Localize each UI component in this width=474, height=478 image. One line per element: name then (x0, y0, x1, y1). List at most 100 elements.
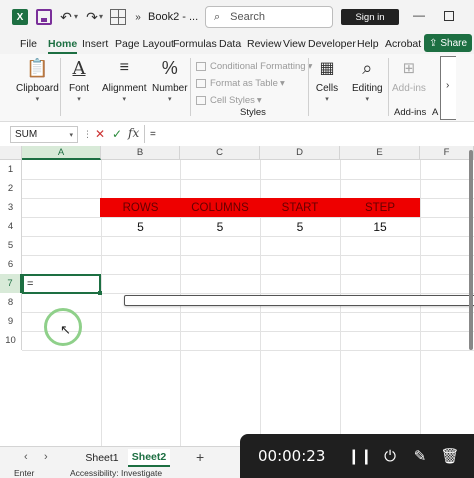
formula-bar-grip-icon: ⋮ (83, 129, 92, 139)
maximize-icon[interactable] (444, 11, 454, 21)
number-group[interactable]: % Number ▾ (152, 56, 188, 104)
tab-file[interactable]: File (20, 38, 37, 50)
add-sheet-button[interactable]: + (196, 449, 204, 465)
undo-icon[interactable]: ↶ (58, 9, 74, 25)
addins-group-label: Add-ins (394, 107, 427, 118)
share-label: Share (440, 37, 468, 49)
cell-d4[interactable]: 5 (260, 217, 340, 236)
delete-icon[interactable]: 🗑 (440, 446, 460, 466)
conditional-formatting-button[interactable]: Conditional Formatting ▾ (196, 58, 312, 75)
row-header[interactable]: 2 (0, 179, 22, 198)
row-header[interactable]: 6 (0, 255, 22, 274)
styles-list: Conditional Formatting ▾ Format as Table… (196, 58, 312, 109)
search-input[interactable]: ⌕ Search (205, 6, 333, 28)
redo-icon[interactable]: ↷ (84, 9, 100, 25)
undo-dropdown-icon[interactable]: ▾ (74, 12, 78, 21)
format-as-table-button[interactable]: Format as Table ▾ (196, 75, 312, 92)
conditional-formatting-label: Conditional Formatting (210, 61, 306, 72)
accessibility-status[interactable]: Accessibility: Investigate (70, 468, 162, 478)
tab-acrobat[interactable]: Acrobat (385, 38, 421, 50)
tab-review[interactable]: Review (247, 38, 281, 50)
clipboard-group[interactable]: 📋 Clipboard ▾ (16, 56, 59, 104)
column-header-f[interactable]: F (420, 146, 474, 160)
ribbon-divider (308, 58, 309, 116)
formula-autocomplete-popup (124, 295, 474, 306)
chevron-down-icon: ▾ (35, 96, 40, 103)
column-header-b[interactable]: B (101, 146, 180, 160)
tab-developer[interactable]: Developer (308, 38, 356, 50)
active-cell-a7[interactable]: = (22, 274, 102, 295)
recording-timer: 00:00:23 (258, 447, 326, 465)
row-header[interactable]: 10 (0, 331, 22, 350)
annotate-pen-icon[interactable]: ✎ (410, 446, 430, 466)
tab-view[interactable]: View (283, 38, 306, 50)
search-placeholder: Search (230, 11, 266, 23)
chevron-down-icon: ▾ (69, 131, 73, 139)
tab-insert[interactable]: Insert (82, 38, 108, 50)
select-all-corner[interactable] (0, 146, 22, 160)
alignment-icon: ≡ (119, 59, 129, 76)
column-header-c[interactable]: C (180, 146, 260, 160)
cells-group[interactable]: ▦ Cells ▾ (314, 56, 340, 103)
row-header[interactable]: 4 (0, 217, 22, 236)
sign-in-button[interactable]: Sign in (341, 9, 399, 25)
quick-access-more-icon[interactable]: » (130, 9, 146, 25)
tab-page-layout[interactable]: Page Layout (115, 38, 174, 50)
chevron-right-icon[interactable]: › (446, 80, 449, 91)
sheet-tab-sheet1[interactable]: Sheet1 (80, 449, 124, 467)
editing-group[interactable]: ⌕ Editing ▾ (352, 56, 383, 104)
formula-divider (144, 125, 145, 143)
worksheet-grid[interactable]: A B C D E F 1 2 3 4 5 6 7 8 9 10 ROWS CO… (0, 146, 474, 446)
cell-b4[interactable]: 5 (101, 217, 180, 236)
row-header[interactable]: 5 (0, 236, 22, 255)
mouse-pointer-icon: ↖ (60, 322, 71, 337)
addins-icon: ⊞ (402, 60, 416, 77)
cell-d3[interactable]: START (260, 198, 340, 217)
tab-formulas[interactable]: Formulas (173, 38, 217, 50)
row-header[interactable]: 9 (0, 312, 22, 331)
sheet-next-icon[interactable]: › (44, 451, 48, 463)
row-header[interactable]: 8 (0, 293, 22, 312)
chevron-down-icon: ▾ (77, 96, 81, 103)
font-icon: A (72, 57, 86, 79)
formula-input[interactable]: = (150, 129, 156, 140)
redo-dropdown-icon[interactable]: ▾ (99, 12, 103, 21)
cell-c4[interactable]: 5 (180, 217, 260, 236)
confirm-icon[interactable]: ✓ (112, 127, 122, 141)
column-header-d[interactable]: D (260, 146, 340, 160)
table-grid-icon[interactable] (110, 9, 126, 25)
row-header[interactable]: 3 (0, 198, 22, 217)
tab-home[interactable]: Home (48, 38, 78, 54)
addins-group[interactable]: ⊞ Add-ins (392, 56, 426, 94)
row-header[interactable]: 7 (0, 274, 22, 293)
vertical-scrollbar[interactable] (469, 150, 473, 350)
pause-icon[interactable]: ❙❙ (347, 446, 372, 466)
column-header-e[interactable]: E (340, 146, 420, 160)
row-header[interactable]: 1 (0, 160, 22, 179)
conditional-formatting-icon (196, 62, 206, 71)
column-header-a[interactable]: A (22, 146, 101, 160)
insert-function-icon[interactable]: fx (128, 126, 139, 140)
cells-label: Cells (315, 83, 339, 94)
minimize-icon[interactable]: — (413, 8, 425, 22)
alignment-group[interactable]: ≡ Alignment ▾ (102, 56, 146, 103)
tab-data[interactable]: Data (219, 38, 241, 50)
formula-bar: SUM ▾ ⋮ ✕ ✓ fx = (0, 124, 474, 144)
sheet-prev-icon[interactable]: ‹ (24, 451, 28, 463)
cell-c3[interactable]: COLUMNS (180, 198, 260, 217)
cell-e3[interactable]: STEP (340, 198, 420, 217)
sheet-tab-sheet2[interactable]: Sheet2 (128, 449, 170, 467)
share-button[interactable]: ⇪ Share (424, 34, 472, 52)
chevron-down-icon: ▾ (122, 96, 126, 103)
cell-b3[interactable]: ROWS (101, 198, 180, 217)
adobe-group-label: A (432, 107, 439, 118)
chevron-down-icon: ▾ (168, 96, 172, 103)
tab-help[interactable]: Help (357, 38, 379, 50)
font-group[interactable]: A Font ▾ (66, 56, 92, 104)
cell-e4[interactable]: 15 (340, 217, 420, 236)
stop-recording-icon[interactable]: ⏻ (380, 446, 400, 466)
name-box[interactable]: SUM ▾ (10, 126, 78, 143)
cancel-icon[interactable]: ✕ (95, 127, 105, 141)
percent-icon: % (161, 57, 178, 78)
save-icon[interactable] (36, 9, 52, 25)
